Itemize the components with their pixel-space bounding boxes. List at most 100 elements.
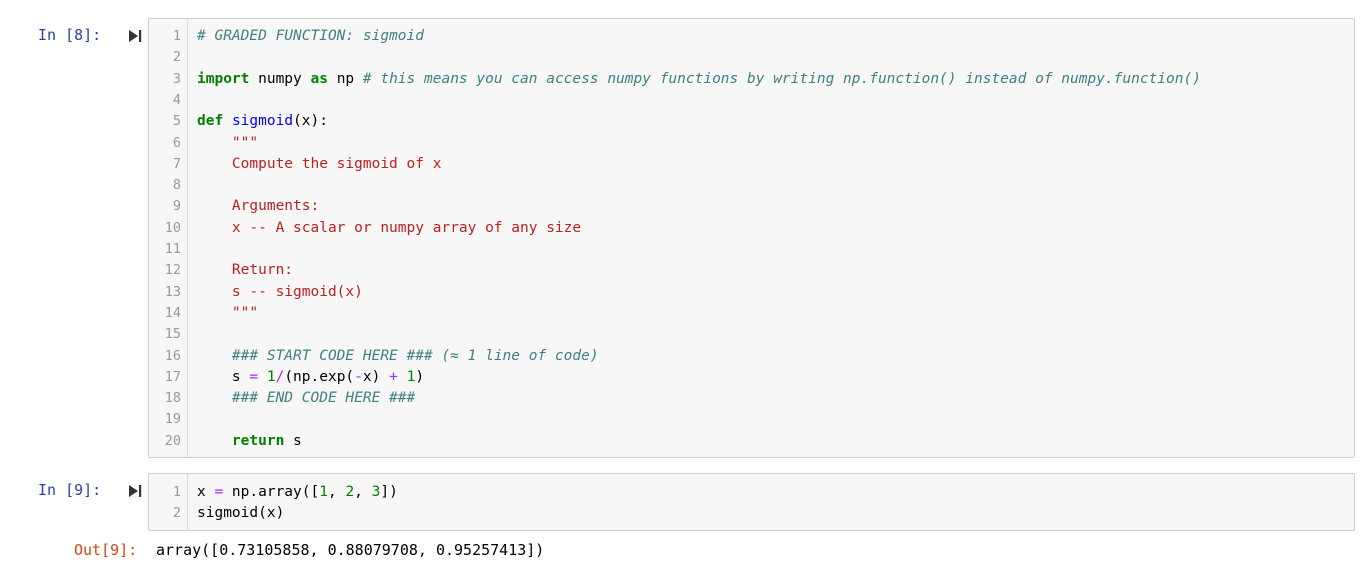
code-token: # this means you can access numpy functi… xyxy=(362,70,1201,87)
code-line[interactable]: 5 def sigmoid(x): xyxy=(149,111,1354,132)
code-token: # GRADED FUNCTION: sigmoid xyxy=(197,28,424,44)
code-token: x xyxy=(197,484,215,500)
code-line[interactable]: 12 Return: xyxy=(149,260,1354,281)
line-number: 5 xyxy=(172,113,181,130)
code-line[interactable]: 1 # GRADED FUNCTION: sigmoid xyxy=(149,26,1354,47)
code-text: # GRADED FUNCTION: sigmoid xyxy=(197,26,424,47)
code-line[interactable]: 2 xyxy=(149,47,1354,68)
code-text: s = 1/(np.exp(-x) + 1) xyxy=(197,367,424,388)
code-line[interactable]: 13 s -- sigmoid(x) xyxy=(149,282,1354,303)
code-token: , xyxy=(354,484,372,500)
output-prompt: Out[9]: xyxy=(74,541,138,559)
code-text: def sigmoid(x): xyxy=(197,111,328,132)
code-line[interactable]: 14 """ xyxy=(149,303,1354,324)
code-line[interactable]: 3 import numpy as np # this means you can… xyxy=(149,69,1354,90)
code-line[interactable]: 10 x -- A scalar or numpy array of any s… xyxy=(149,218,1354,239)
cell-output: array([0.73105858, 0.88079708, 0.9525741… xyxy=(156,541,545,559)
code-token: s -- sigmoid(x) xyxy=(197,283,363,300)
code-token: Compute the sigmoid of x xyxy=(197,155,442,172)
line-number: 9 xyxy=(172,198,181,215)
code-token: """ xyxy=(197,134,259,151)
code-line[interactable]: 9 Arguments: xyxy=(149,196,1354,217)
code-token: """ xyxy=(197,304,259,321)
code-token: ) xyxy=(415,368,425,385)
code-text: sigmoid(x) xyxy=(197,503,284,524)
code-token: return xyxy=(231,432,285,449)
code-line[interactable]: 20 return s xyxy=(149,431,1354,452)
code-token: (x): xyxy=(293,113,328,130)
code-token: 2 xyxy=(345,484,355,500)
code-token: - xyxy=(354,368,363,385)
code-token: , xyxy=(327,484,346,500)
code-line[interactable]: 19 xyxy=(149,409,1354,430)
code-text: Compute the sigmoid of x xyxy=(197,154,442,175)
code-text: """ xyxy=(197,133,258,154)
code-token: Return: xyxy=(197,262,294,279)
code-text: """ xyxy=(197,303,258,324)
line-number: 19 xyxy=(164,411,181,428)
code-text: ### START CODE HERE ### (≈ 1 line of cod… xyxy=(197,346,599,367)
code-token: def xyxy=(197,113,224,130)
line-number: 14 xyxy=(164,304,181,321)
line-number: 2 xyxy=(172,505,181,522)
code-line[interactable]: 7 Compute the sigmoid of x xyxy=(149,154,1354,175)
line-number: 17 xyxy=(164,368,181,385)
line-number: 7 xyxy=(172,155,181,172)
code-token: sigmoid(x) xyxy=(197,505,285,522)
code-text: s -- sigmoid(x) xyxy=(197,282,363,303)
code-token: 1 xyxy=(319,484,328,500)
code-text: return s xyxy=(197,431,302,452)
line-number: 15 xyxy=(164,326,181,343)
code-line[interactable]: 11 xyxy=(149,239,1354,260)
code-cell-1[interactable]: In [8]: 1 # GRADED FUNCTION: sigmoid 2 3 imp… xyxy=(0,18,1362,458)
line-number: 8 xyxy=(172,177,181,194)
code-token: = xyxy=(249,368,259,385)
line-number: 20 xyxy=(164,432,181,449)
code-line[interactable]: 8 xyxy=(149,175,1354,196)
line-number: 10 xyxy=(164,219,181,236)
code-line[interactable]: 6 """ xyxy=(149,133,1354,154)
code-token: ### END CODE HERE ### xyxy=(231,390,416,407)
code-text: Return: xyxy=(197,260,293,281)
input-prompt: In [8]: xyxy=(38,26,102,44)
line-number: 13 xyxy=(164,283,181,300)
line-number: 16 xyxy=(164,347,181,364)
code-line[interactable]: 1x = np.array([1, 2, 3]) xyxy=(149,482,1354,503)
code-line[interactable]: 4 xyxy=(149,90,1354,111)
code-token: sigmoid xyxy=(231,113,294,130)
code-line[interactable]: 2 sigmoid(x) xyxy=(149,503,1354,524)
code-line[interactable]: 15 xyxy=(149,324,1354,345)
line-number: 4 xyxy=(172,91,181,108)
code-cell-2[interactable]: In [9]: 1x = np.array([1, 2, 3]) 2 sigmoid… xyxy=(0,473,1362,531)
code-token: as xyxy=(310,70,328,87)
code-token: 1 xyxy=(266,368,276,385)
code-text: x = np.array([1, 2, 3]) xyxy=(197,482,398,503)
code-token: ]) xyxy=(380,484,398,500)
code-token: ### START CODE HERE ### (≈ 1 line of cod… xyxy=(231,347,599,364)
code-editor[interactable]: 1x = np.array([1, 2, 3]) 2 sigmoid(x) xyxy=(148,473,1355,531)
code-token: import xyxy=(197,70,250,87)
code-token: + xyxy=(389,368,398,385)
code-line[interactable]: 17 s = 1/(np.exp(-x) + 1) xyxy=(149,367,1354,388)
line-number: 2 xyxy=(172,49,181,66)
code-editor[interactable]: 1 # GRADED FUNCTION: sigmoid 2 3 import nump… xyxy=(148,18,1355,458)
code-line[interactable]: 16 ### START CODE HERE ### (≈ 1 line of … xyxy=(149,346,1354,367)
line-number: 3 xyxy=(172,70,181,87)
run-cell-icon[interactable] xyxy=(128,483,142,499)
code-token: s xyxy=(284,432,302,449)
code-token: s xyxy=(197,368,250,385)
line-number: 18 xyxy=(164,390,181,407)
code-token: x) xyxy=(362,368,390,385)
line-number: 12 xyxy=(164,262,181,279)
code-line[interactable]: 18 ### END CODE HERE ### xyxy=(149,388,1354,409)
line-number: 1 xyxy=(172,484,181,500)
code-token: x -- A scalar or numpy array of any size xyxy=(197,219,582,236)
code-token: numpy xyxy=(249,70,311,87)
code-text: Arguments: xyxy=(197,196,319,217)
code-text: ### END CODE HERE ### xyxy=(197,388,415,409)
run-cell-icon[interactable] xyxy=(128,28,142,44)
